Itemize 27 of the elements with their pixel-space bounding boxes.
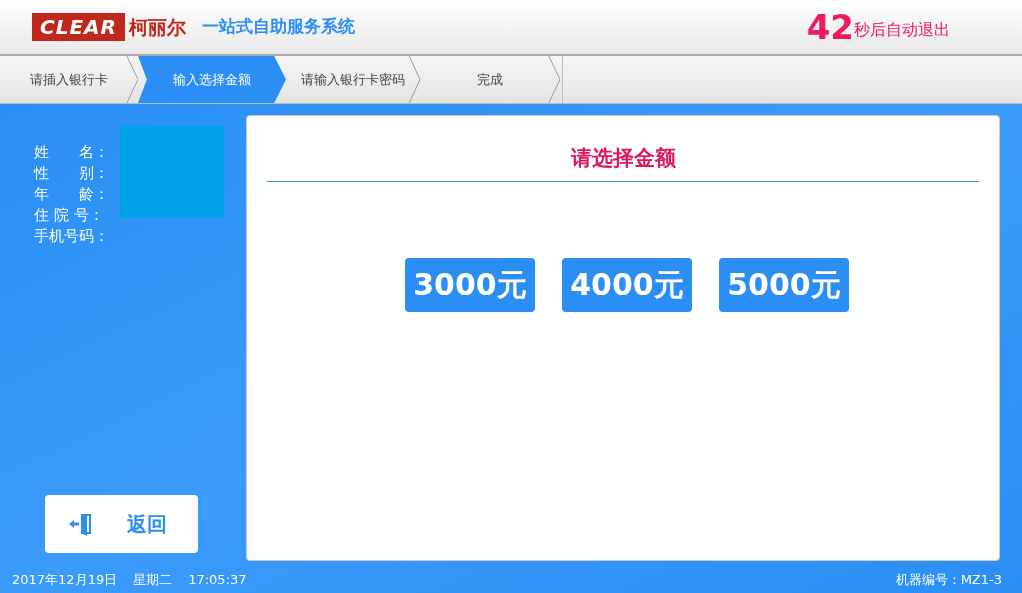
amount-button[interactable]: 5000元 bbox=[719, 257, 849, 312]
brand-name: 柯丽尔 bbox=[128, 14, 186, 40]
countdown-label: 秒后自动退出 bbox=[854, 20, 950, 41]
chevron-icon bbox=[126, 56, 138, 103]
amount-button[interactable]: 3000元 bbox=[405, 257, 535, 312]
step-tab[interactable]: 输入选择金额 bbox=[138, 56, 286, 103]
field-label: 性 别： bbox=[34, 163, 110, 184]
chevron-icon bbox=[548, 56, 560, 103]
step-tab[interactable]: 请输入银行卡密码 bbox=[286, 56, 420, 103]
field-label: 姓 名： bbox=[34, 142, 110, 163]
field-label: 手机号码： bbox=[34, 226, 110, 247]
step-tab[interactable]: 请插入银行卡 bbox=[0, 56, 138, 103]
logo: CLEAR bbox=[32, 13, 125, 41]
machine-id: 机器编号：MZ1-3 bbox=[895, 570, 1002, 589]
countdown-number: 42 bbox=[806, 10, 854, 44]
chevron-icon bbox=[408, 56, 420, 103]
time-text: 17:05:37 bbox=[188, 570, 247, 589]
amount-button[interactable]: 4000元 bbox=[562, 257, 692, 312]
back-button[interactable]: 返回 bbox=[45, 495, 198, 553]
date-text: 2017年12月19日 bbox=[12, 570, 118, 589]
field-label: 年 龄： bbox=[34, 184, 110, 205]
system-title: 一站式自助服务系统 bbox=[201, 15, 355, 39]
panel-title: 请选择金额 bbox=[569, 145, 677, 172]
weekday-text: 星期二 bbox=[133, 570, 173, 589]
exit-door-icon bbox=[67, 512, 93, 536]
step-tab[interactable]: 完成 bbox=[420, 56, 560, 103]
field-label: 住 院 号： bbox=[34, 205, 105, 226]
